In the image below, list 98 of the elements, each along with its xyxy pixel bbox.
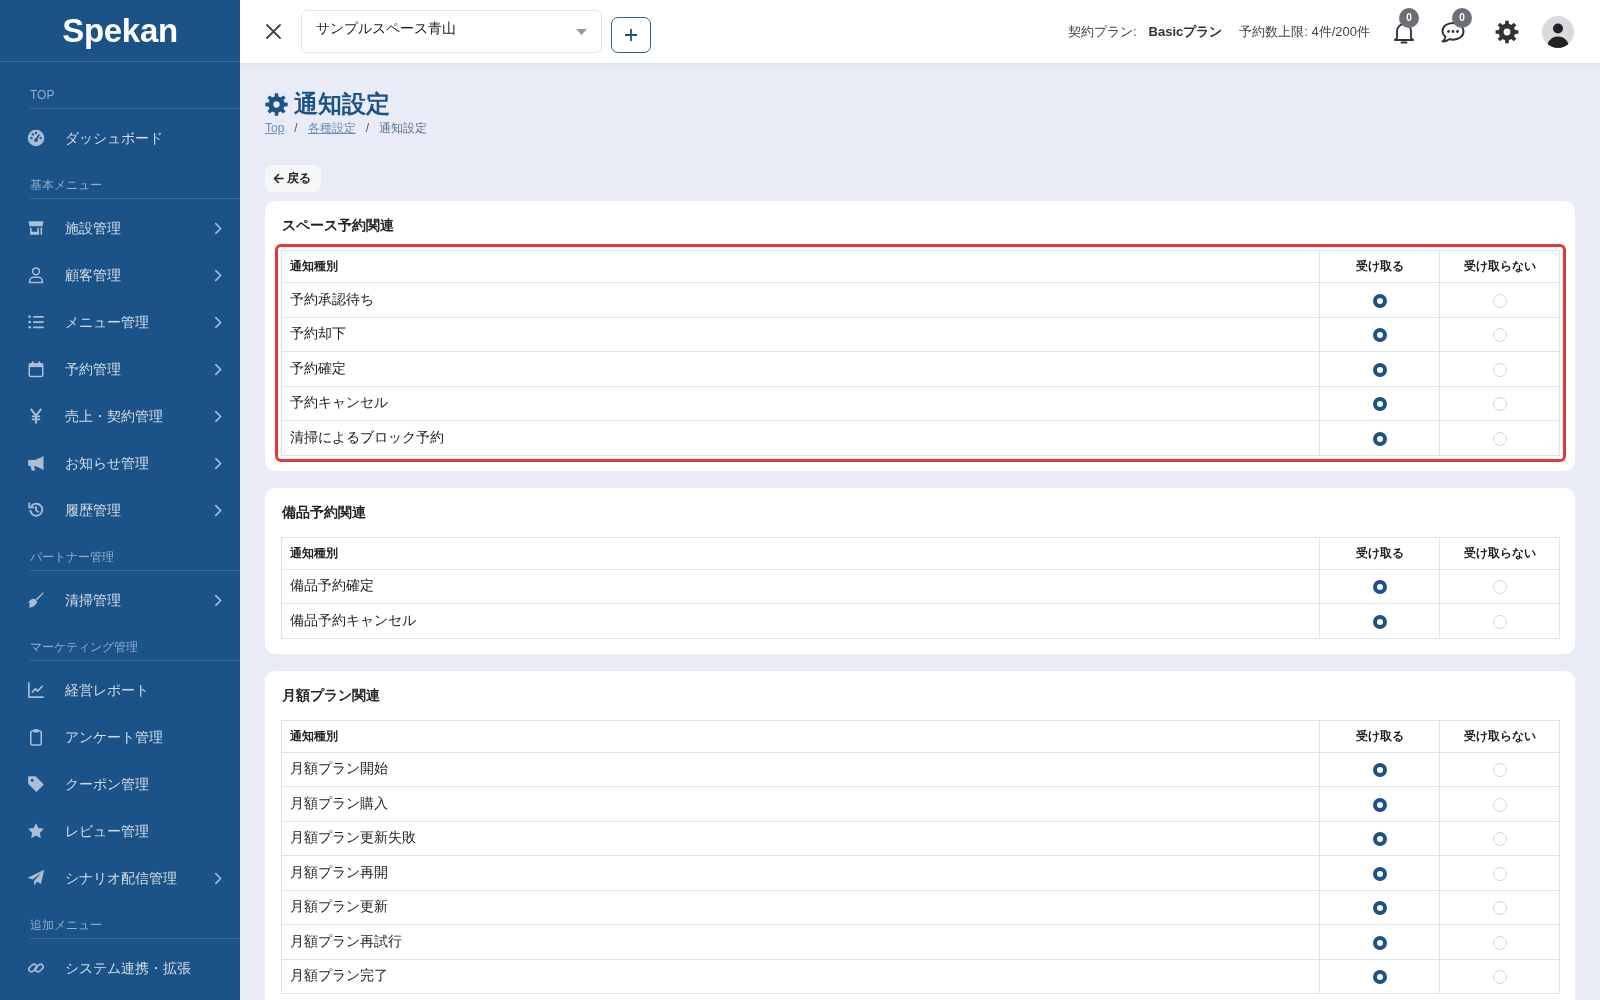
add-button[interactable] <box>611 17 651 53</box>
facility-select[interactable]: サンプルスペース青山 <box>301 10 602 53</box>
star-icon <box>27 822 45 840</box>
table-cell: 月額プラン完了 <box>281 959 1320 994</box>
history-icon <box>27 501 45 519</box>
sidebar-item[interactable]: 履歴管理 <box>0 486 240 534</box>
radio-button[interactable] <box>1372 866 1387 881</box>
radio-button[interactable] <box>1372 970 1387 985</box>
account-button[interactable] <box>1542 15 1574 48</box>
breadcrumb-separator: / <box>365 120 370 136</box>
megaphone-icon <box>27 454 45 472</box>
yen-icon <box>27 407 45 425</box>
radio-button[interactable] <box>1372 935 1387 950</box>
table-cell: 月額プラン再開 <box>281 855 1320 890</box>
notification-count-badge: 0 <box>1399 7 1419 28</box>
sidebar-section-label: 追加メニュー <box>30 918 102 932</box>
table-cell: 備品予約確定 <box>281 569 1320 604</box>
column-header: 通知種別 <box>281 250 1320 283</box>
table-cell: 月額プラン再試行 <box>281 924 1320 959</box>
sidebar-item[interactable]: メニュー管理 <box>0 298 240 346</box>
radio-button[interactable] <box>1372 328 1387 343</box>
breadcrumb-separator: / <box>294 120 298 136</box>
sidebar-item[interactable]: クーポン管理 <box>0 760 240 808</box>
list-icon <box>27 313 45 331</box>
gauge-icon <box>27 129 45 147</box>
plan-label: 契約プラン: <box>1067 22 1137 41</box>
column-header: 受け取らない <box>1439 250 1560 283</box>
section-title: 月額プラン関連 <box>282 685 380 705</box>
breadcrumb-current: 通知設定 <box>379 120 428 136</box>
chat-bubble-icon <box>1440 19 1466 44</box>
message-count-badge: 0 <box>1452 7 1472 28</box>
page-title: 通知設定 <box>294 89 390 119</box>
column-header: 通知種別 <box>281 537 1320 569</box>
settings-icon <box>1494 19 1519 44</box>
radio-button[interactable] <box>1372 797 1387 812</box>
table-cell: 予約確定 <box>281 351 1320 386</box>
radio-button[interactable] <box>1372 832 1387 847</box>
section-title: 備品予約関連 <box>282 502 366 522</box>
back-button[interactable]: 戻る <box>265 165 321 192</box>
table-cell: 予約承認待ち <box>281 282 1320 317</box>
sidebar-section-label: パートナー管理 <box>30 550 114 564</box>
close-button[interactable] <box>265 23 282 40</box>
sidebar-item[interactable]: 経営レポート <box>0 666 240 714</box>
store-icon <box>27 219 45 237</box>
table-cell: 予約キャンセル <box>281 386 1320 421</box>
column-header: 受け取る <box>1319 537 1440 569</box>
user-avatar-icon <box>1542 15 1574 48</box>
radio-button[interactable] <box>1372 614 1387 629</box>
sidebar-item[interactable]: 清掃管理 <box>0 576 240 624</box>
sidebar-item[interactable]: レビュー管理 <box>0 807 240 855</box>
radio-button[interactable] <box>1372 431 1387 446</box>
radio-button[interactable] <box>1372 763 1387 778</box>
sidebar-item[interactable]: アンケート管理 <box>0 713 240 761</box>
column-header: 受け取る <box>1319 250 1440 283</box>
column-header: 受け取らない <box>1439 537 1560 569</box>
radio-button[interactable] <box>1372 293 1387 308</box>
radio-button[interactable] <box>1372 901 1387 916</box>
reservation-limit: 予約数上限: 4件/200件 <box>1239 22 1370 41</box>
column-header: 受け取る <box>1319 720 1440 752</box>
plan-name: Basicプラン <box>1148 22 1223 41</box>
sidebar-item[interactable]: お知らせ管理 <box>0 439 240 487</box>
column-header: 通知種別 <box>281 720 1320 752</box>
sidebar-section-label: TOP <box>30 88 55 102</box>
caret-down-icon <box>576 28 587 35</box>
column-header: 受け取らない <box>1439 720 1560 752</box>
table-cell: 月額プラン更新失敗 <box>281 821 1320 856</box>
user-icon <box>27 266 45 284</box>
app-logo[interactable]: Spekan <box>62 10 178 51</box>
sidebar-section-label: マーケティング管理 <box>30 640 138 654</box>
table-cell: 月額プラン更新 <box>281 890 1320 925</box>
sidebar-item[interactable]: ダッシュボード <box>0 114 240 162</box>
table-cell: 月額プラン開始 <box>281 752 1320 787</box>
paper-plane-icon <box>27 869 45 887</box>
table-cell: 月額プラン購入 <box>281 786 1320 821</box>
sidebar-item[interactable]: シナリオ配信管理 <box>0 854 240 902</box>
clipboard-icon <box>27 728 45 746</box>
section-title: スペース予約関連 <box>282 216 394 235</box>
sidebar-item[interactable]: システム連携・拡張 <box>0 944 240 992</box>
table-cell: 予約却下 <box>281 317 1320 352</box>
broom-icon <box>27 591 45 609</box>
sidebar-item[interactable]: 売上・契約管理 <box>0 392 240 440</box>
tag-icon <box>27 775 45 793</box>
table-cell: 清掃によるブロック予約 <box>281 420 1320 455</box>
settings-button[interactable] <box>1493 18 1520 45</box>
radio-button[interactable] <box>1372 362 1387 377</box>
radio-button[interactable] <box>1372 397 1387 412</box>
sidebar-item[interactable]: 予約管理 <box>0 345 240 393</box>
table-cell: 備品予約キャンセル <box>281 603 1320 638</box>
gear-icon <box>265 92 288 116</box>
line-chart-icon <box>27 681 45 699</box>
sidebar-item[interactable]: 顧客管理 <box>0 251 240 299</box>
plus-icon <box>625 29 637 41</box>
sidebar-section-label: 基本メニュー <box>30 178 102 192</box>
radio-button[interactable] <box>1372 580 1387 595</box>
calendar-icon <box>27 360 45 378</box>
arrow-left-icon <box>273 173 284 184</box>
sidebar-item[interactable]: 施設管理 <box>0 204 240 252</box>
close-icon <box>265 23 282 40</box>
